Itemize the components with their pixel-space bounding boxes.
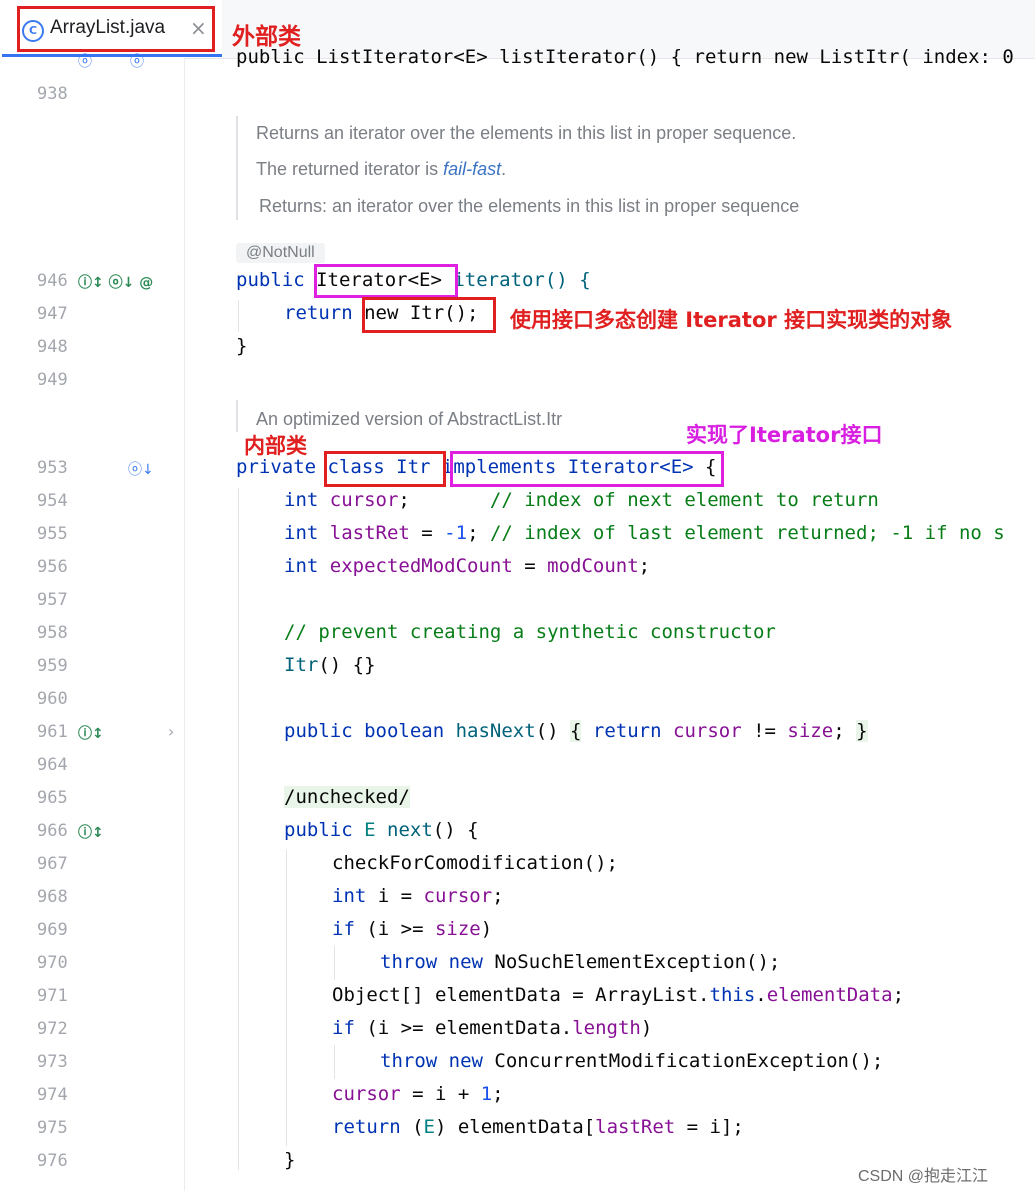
line-number: 965 [37, 788, 68, 808]
code-line-956: int expectedModCount = modCount; [284, 555, 651, 577]
line-number: 966 [37, 821, 68, 841]
fold-expand-icon[interactable]: › [168, 722, 174, 741]
clip-edge [186, 58, 1035, 59]
code-line-966: public E next() { [284, 819, 479, 841]
code-line-954: int cursor; // index of next element to … [284, 489, 879, 511]
code-line-965: /unchecked/ [284, 786, 410, 808]
indent-guide [334, 1045, 335, 1079]
active-tab-indicator [2, 54, 222, 57]
line-number: 967 [37, 854, 68, 874]
notnull-annotation: @NotNull [236, 243, 325, 263]
line-number: 969 [37, 920, 68, 940]
doc-returns: Returns: an iterator over the elements i… [259, 196, 800, 216]
line-number: 974 [37, 1085, 68, 1105]
itr-doc-line: An optimized version of AbstractList.Itr [256, 409, 563, 429]
line-number: 971 [37, 986, 68, 1006]
line-number: 968 [37, 887, 68, 907]
line-number: 955 [37, 524, 68, 544]
line-number: 970 [37, 953, 68, 973]
doc-line: The returned iterator is fail-fast. [256, 159, 507, 179]
code-line-974: cursor = i + 1; [332, 1083, 504, 1105]
line-number: 958 [37, 623, 68, 643]
line-number: 938 [37, 84, 68, 104]
code-line-973: throw new ConcurrentModificationExceptio… [380, 1050, 884, 1072]
overridden-icon[interactable]: ⓞ↓ [128, 459, 154, 479]
line-number: 960 [37, 689, 68, 709]
doc-comment-bar [236, 116, 238, 220]
csdn-watermark: CSDN @抱走江江 [858, 1168, 989, 1185]
implements-method-icon[interactable]: ⓘ↕ [78, 723, 104, 743]
line-number: 946 [37, 271, 68, 291]
doc-comment-bar [236, 400, 238, 432]
code-line-975: return (E) elementData[lastRet = i]; [332, 1116, 744, 1138]
code-line-967: checkForComodification(); [332, 852, 618, 874]
code-line-970: throw new NoSuchElementException(); [380, 951, 781, 973]
line-number: 953 [37, 458, 68, 478]
line-number: 948 [37, 337, 68, 357]
code-line-935-partial: public ListIterator<E> listIterator() { … [236, 46, 1014, 68]
line-number: 954 [37, 491, 68, 511]
line-number: 959 [37, 656, 68, 676]
implements-annotation: 实现了Iterator接口 [686, 423, 883, 447]
indent-guide [238, 300, 239, 332]
code-line-972: if (i >= elementData.length) [332, 1017, 653, 1039]
code-line-948: } [236, 335, 248, 357]
line-number: 957 [37, 590, 68, 610]
line-number: 972 [37, 1019, 68, 1039]
implements-iterator-highlight-box [450, 451, 724, 487]
line-number: 956 [37, 557, 68, 577]
code-line-968: int i = cursor; [332, 885, 504, 907]
outer-class-highlight-box [17, 6, 215, 52]
line-number: 975 [37, 1118, 68, 1138]
line-number: 947 [37, 304, 68, 324]
code-line-958: // prevent creating a synthetic construc… [284, 621, 776, 643]
doc-line: Returns an iterator over the elements in… [256, 123, 797, 143]
doc-link-fail-fast[interactable]: fail-fast [443, 159, 501, 179]
implements-method-icon[interactable]: ⓘ↕ [78, 822, 104, 842]
code-line-971: Object[] elementData = ArrayList.this.el… [332, 984, 905, 1006]
line-number: 973 [37, 1052, 68, 1072]
line-number: 949 [37, 370, 68, 390]
line-number: 961 [37, 722, 68, 742]
override-icon[interactable]: ⓞ [78, 51, 92, 71]
line-number: 964 [37, 755, 68, 775]
implementation-icon[interactable]: ⓞ [130, 51, 144, 71]
iterator-type-highlight-box [314, 264, 458, 298]
code-line-955: int lastRet = -1; // index of last eleme… [284, 522, 1005, 544]
polymorphism-annotation: 使用接口多态创建 Iterator 接口实现类的对象 [510, 308, 953, 332]
code-line-961: public boolean hasNext() { return cursor… [284, 720, 868, 742]
line-number: 976 [37, 1151, 68, 1171]
code-line-969: if (i >= size) [332, 918, 493, 940]
code-line-959: Itr() {} [284, 654, 376, 676]
line-number-gutter: ⓞ ⓞ [0, 54, 185, 1191]
implements-method-icon[interactable]: ⓘ↕ ⓞ↓ @ [78, 272, 153, 292]
code-line-976: } [284, 1149, 296, 1171]
class-itr-highlight-box [324, 451, 446, 487]
indent-guide [238, 488, 239, 1170]
indent-guide [334, 946, 335, 980]
new-itr-highlight-box [362, 297, 496, 333]
indent-guide [286, 850, 287, 1146]
